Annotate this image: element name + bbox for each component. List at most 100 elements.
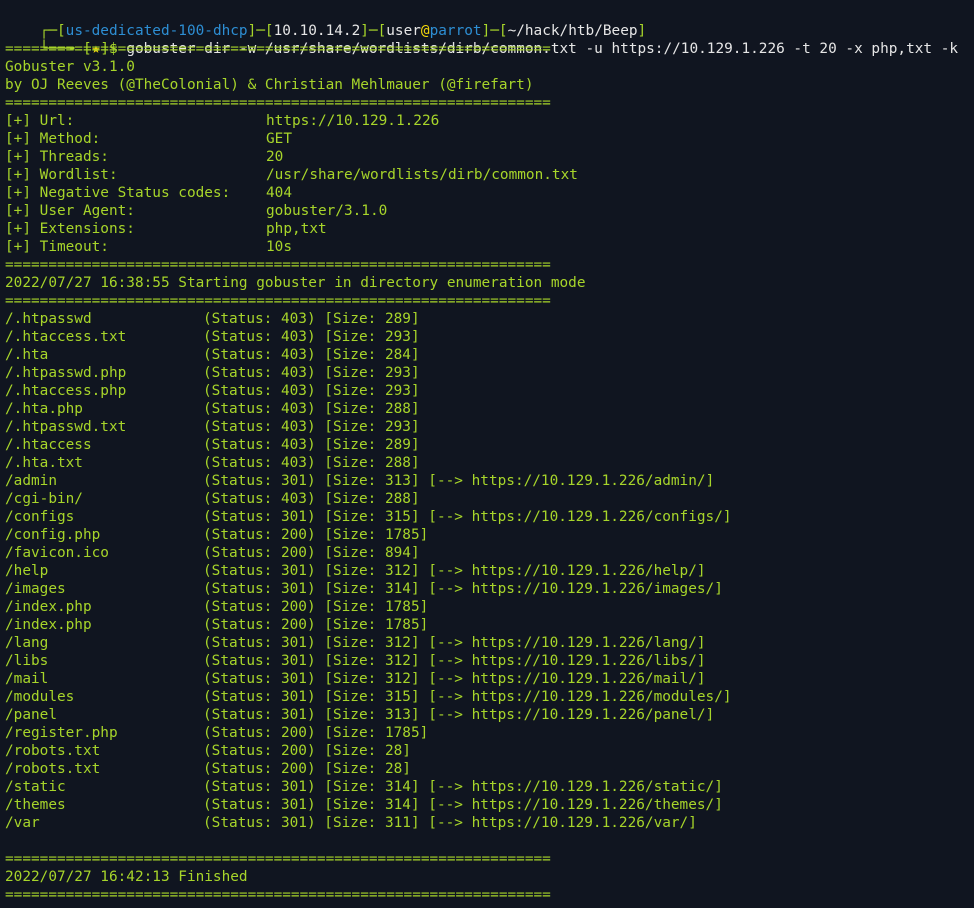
result-row: /.hta (Status: 403) [Size: 284] bbox=[5, 346, 420, 364]
result-path[interactable]: /help bbox=[5, 562, 203, 580]
redirect-arrow: [--> bbox=[419, 671, 472, 687]
size-close: ] bbox=[410, 329, 420, 345]
result-path[interactable]: /.hta.php bbox=[5, 400, 203, 418]
result-path[interactable]: /.htpasswd.txt bbox=[5, 418, 203, 436]
result-path[interactable]: /.htpasswd.php bbox=[5, 364, 203, 382]
status-label: (Status: bbox=[203, 707, 281, 723]
redirect-url[interactable]: https://10.129.1.226/themes/ bbox=[472, 797, 715, 813]
redirect-close: ] bbox=[696, 653, 706, 669]
status-code: 200 bbox=[280, 725, 307, 741]
config-row: [+] Timeout: 10s bbox=[5, 238, 292, 256]
result-path[interactable]: /config.php bbox=[5, 526, 203, 544]
result-path[interactable]: /lang bbox=[5, 634, 203, 652]
status-code: 403 bbox=[280, 437, 307, 453]
config-key: [+] Extensions: bbox=[5, 221, 135, 237]
config-row: [+] Wordlist: /usr/share/wordlists/dirb/c… bbox=[5, 166, 578, 184]
redirect-url[interactable]: https://10.129.1.226/modules/ bbox=[472, 689, 723, 705]
redirect-url[interactable]: https://10.129.1.226/configs/ bbox=[472, 509, 723, 525]
size-close: ] bbox=[419, 527, 429, 543]
redirect-close: ] bbox=[696, 635, 706, 651]
status-code: 301 bbox=[280, 653, 307, 669]
status-label: (Status: bbox=[203, 653, 281, 669]
redirect-close: ] bbox=[705, 707, 715, 723]
size-close: ] bbox=[410, 815, 420, 831]
size-value: 312 bbox=[384, 653, 411, 669]
status-label: (Status: bbox=[203, 401, 281, 417]
redirect-close: ] bbox=[722, 509, 732, 525]
status-code: 301 bbox=[280, 563, 307, 579]
result-row: /config.php (Status: 200) [Size: 1785] bbox=[5, 526, 428, 544]
status-label: (Status: bbox=[203, 617, 281, 633]
result-path[interactable]: /index.php bbox=[5, 616, 203, 634]
result-path[interactable]: /libs bbox=[5, 652, 203, 670]
status-code: 301 bbox=[280, 707, 307, 723]
result-path[interactable]: /register.php bbox=[5, 724, 203, 742]
result-path[interactable]: /mail bbox=[5, 670, 203, 688]
status-label: (Status: bbox=[203, 545, 281, 561]
redirect-url[interactable]: https://10.129.1.226/panel/ bbox=[472, 707, 706, 723]
status-code: 403 bbox=[280, 347, 307, 363]
result-path[interactable]: /.htaccess bbox=[5, 436, 203, 454]
result-path[interactable]: /favicon.ico bbox=[5, 544, 203, 562]
result-path[interactable]: /.hta bbox=[5, 346, 203, 364]
config-key: [+] Negative Status codes: bbox=[5, 185, 231, 201]
result-path[interactable]: /admin bbox=[5, 472, 203, 490]
status-label: (Status: bbox=[203, 671, 281, 687]
result-path[interactable]: /.htaccess.txt bbox=[5, 328, 203, 346]
result-path[interactable]: /configs bbox=[5, 508, 203, 526]
result-path[interactable]: /themes bbox=[5, 796, 203, 814]
size-value: 312 bbox=[384, 563, 411, 579]
result-path[interactable]: /cgi-bin/ bbox=[5, 490, 203, 508]
size-value: 312 bbox=[384, 671, 411, 687]
size-value: 288 bbox=[384, 491, 411, 507]
status-code: 403 bbox=[280, 401, 307, 417]
redirect-url[interactable]: https://10.129.1.226/var/ bbox=[472, 815, 689, 831]
redirect-url[interactable]: https://10.129.1.226/mail/ bbox=[472, 671, 697, 687]
status-code: 403 bbox=[280, 455, 307, 471]
result-path[interactable]: /index.php bbox=[5, 598, 203, 616]
status-label: (Status: bbox=[203, 635, 281, 651]
redirect-url[interactable]: https://10.129.1.226/static/ bbox=[472, 779, 715, 795]
result-path[interactable]: /robots.txt bbox=[5, 742, 203, 760]
result-path[interactable]: /robots.txt bbox=[5, 760, 203, 778]
result-path[interactable]: /static bbox=[5, 778, 203, 796]
size-label: ) [Size: bbox=[306, 563, 385, 579]
status-label: (Status: bbox=[203, 383, 281, 399]
separator: ========================================… bbox=[5, 887, 551, 903]
terminal-window[interactable]: ┌─[us-dedicated-100-dhcp]─[10.10.14.2]─[… bbox=[0, 0, 974, 908]
redirect-arrow: [--> bbox=[419, 815, 472, 831]
result-path[interactable]: /.htpasswd bbox=[5, 310, 203, 328]
redirect-url[interactable]: https://10.129.1.226/help/ bbox=[472, 563, 697, 579]
redirect-url[interactable]: https://10.129.1.226/libs/ bbox=[472, 653, 697, 669]
size-label: ) [Size: bbox=[306, 671, 385, 687]
result-path[interactable]: /images bbox=[5, 580, 203, 598]
size-value: 313 bbox=[384, 473, 411, 489]
redirect-url[interactable]: https://10.129.1.226/images/ bbox=[472, 581, 715, 597]
redirect-arrow: [--> bbox=[419, 581, 472, 597]
size-label: ) [Size: bbox=[306, 365, 385, 381]
redirect-url[interactable]: https://10.129.1.226/admin/ bbox=[472, 473, 706, 489]
result-path[interactable]: /modules bbox=[5, 688, 203, 706]
status-label: (Status: bbox=[203, 437, 281, 453]
status-code: 403 bbox=[280, 311, 307, 327]
config-key: [+] Threads: bbox=[5, 149, 109, 165]
size-close: ] bbox=[410, 689, 420, 705]
result-row: /modules (Status: 301) [Size: 315] [--> h… bbox=[5, 688, 732, 706]
status-code: 200 bbox=[280, 527, 307, 543]
separator: ========================================… bbox=[5, 41, 551, 57]
status-label: (Status: bbox=[203, 509, 281, 525]
result-path[interactable]: /.hta.txt bbox=[5, 454, 203, 472]
size-close: ] bbox=[410, 401, 420, 417]
result-path[interactable]: /var bbox=[5, 814, 203, 832]
size-close: ] bbox=[410, 581, 420, 597]
result-path[interactable]: /.htaccess.php bbox=[5, 382, 203, 400]
size-label: ) [Size: bbox=[306, 617, 385, 633]
status-label: (Status: bbox=[203, 725, 281, 741]
size-value: 293 bbox=[384, 365, 411, 381]
size-close: ] bbox=[419, 617, 429, 633]
size-label: ) [Size: bbox=[306, 581, 385, 597]
config-row: [+] Negative Status codes: 404 bbox=[5, 184, 292, 202]
status-label: (Status: bbox=[203, 455, 281, 471]
redirect-url[interactable]: https://10.129.1.226/lang/ bbox=[472, 635, 697, 651]
result-path[interactable]: /panel bbox=[5, 706, 203, 724]
